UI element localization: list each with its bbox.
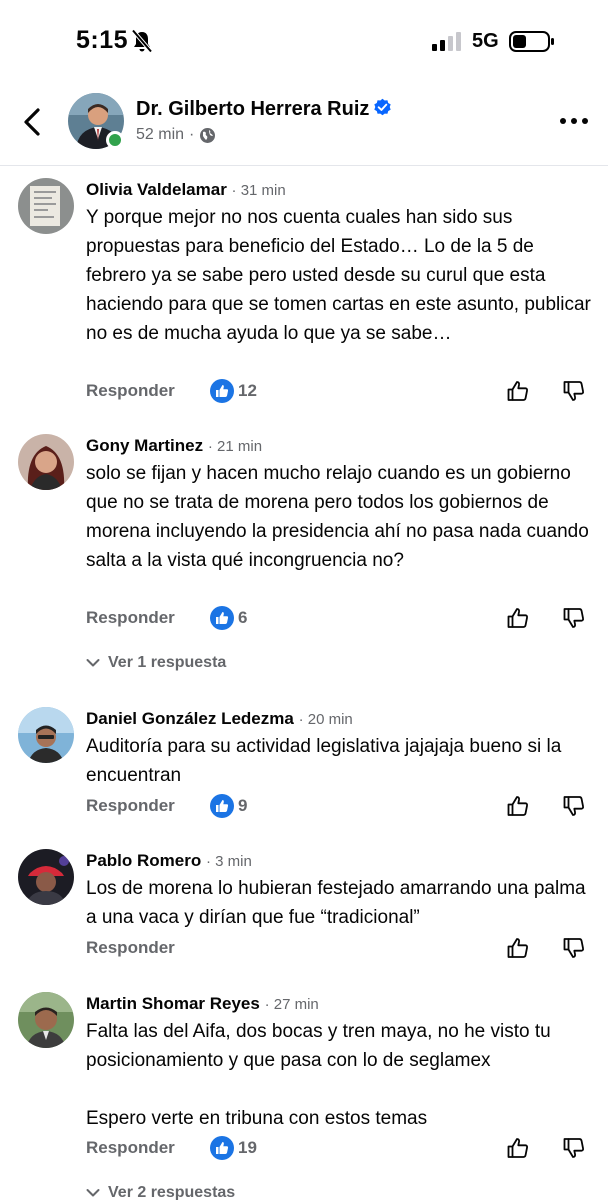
comment-time: · 21 min xyxy=(207,438,263,455)
reply-button[interactable]: Responder xyxy=(86,608,175,628)
commenter-avatar[interactable] xyxy=(18,178,74,234)
like-count[interactable]: 19 xyxy=(238,1138,257,1158)
comment-actions: Responder 19 xyxy=(86,1136,596,1162)
commenter-name[interactable]: Daniel González Ledezma · 20 min xyxy=(86,709,353,729)
network-label: 5G xyxy=(472,30,499,52)
signal-icon xyxy=(432,32,461,51)
commenter-name-text: Pablo Romero xyxy=(86,851,202,870)
post-header: Dr. Gilberto Herrera Ruiz 52 min · xyxy=(0,84,608,166)
thumbs-down-icon[interactable] xyxy=(562,379,586,403)
verified-badge-icon xyxy=(374,98,392,116)
comment-item: Pablo Romero · 3 min Los de morena lo hu… xyxy=(0,847,608,967)
view-replies-link[interactable]: Ver 1 respuesta xyxy=(86,654,226,672)
thumbs-up-icon[interactable] xyxy=(506,794,530,818)
comment-actions: Responder 9 xyxy=(86,794,596,820)
chevron-down-icon xyxy=(86,659,100,667)
comment-time: · 20 min xyxy=(298,711,353,728)
commenter-avatar[interactable] xyxy=(18,434,74,490)
comment-time: · 31 min xyxy=(231,182,286,199)
comment-item: Olivia Valdelamar · 31 min Y porque mejo… xyxy=(0,176,608,408)
commenter-name-text: Daniel González Ledezma xyxy=(86,709,294,728)
thumbs-down-icon[interactable] xyxy=(562,606,586,630)
comment-item: Gony Martinez · 21 min solo se fijan y h… xyxy=(0,432,608,682)
like-count[interactable]: 6 xyxy=(238,608,247,628)
thumbs-up-icon[interactable] xyxy=(506,379,530,403)
like-count[interactable]: 9 xyxy=(238,796,247,816)
commenter-name-text: Olivia Valdelamar xyxy=(86,180,227,199)
thumbs-down-icon[interactable] xyxy=(562,936,586,960)
comment-text: Los de morena lo hubieran festejado amar… xyxy=(86,878,586,928)
view-replies-link[interactable]: Ver 2 respuestas xyxy=(86,1184,235,1200)
comment-time: · 3 min xyxy=(205,853,252,870)
comment-actions: Responder 12 xyxy=(86,379,596,405)
chevron-down-icon xyxy=(86,1189,100,1197)
commenter-avatar[interactable] xyxy=(18,707,74,763)
post-meta: 52 min · xyxy=(136,126,216,144)
reply-button[interactable]: Responder xyxy=(86,796,175,816)
commenter-name-text: Gony Martinez xyxy=(86,436,204,455)
commenter-name-text: Martin Shomar Reyes xyxy=(86,994,260,1013)
commenter-name[interactable]: Olivia Valdelamar · 31 min xyxy=(86,180,286,200)
thumbs-down-icon[interactable] xyxy=(562,794,586,818)
thumbs-up-icon[interactable] xyxy=(506,606,530,630)
commenter-avatar[interactable] xyxy=(18,849,74,905)
comment-item: Martin Shomar Reyes · 27 min Falta las d… xyxy=(0,990,608,1200)
globe-icon xyxy=(200,127,216,143)
view-replies-label: Ver 2 respuestas xyxy=(108,1184,236,1200)
like-count[interactable]: 12 xyxy=(238,381,257,401)
commenter-name[interactable]: Gony Martinez · 21 min xyxy=(86,436,262,456)
thumbs-up-icon[interactable] xyxy=(506,1136,530,1160)
commenter-name[interactable]: Martin Shomar Reyes · 27 min xyxy=(86,994,319,1014)
comment-text: Auditoría para su actividad legislativa … xyxy=(86,736,562,786)
comment-item: Daniel González Ledezma · 20 min Auditor… xyxy=(0,705,608,825)
commenter-name[interactable]: Pablo Romero · 3 min xyxy=(86,851,252,871)
reply-button[interactable]: Responder xyxy=(86,1138,175,1158)
like-reaction-icon[interactable] xyxy=(210,794,234,818)
post-time: 52 min xyxy=(136,126,185,143)
status-bar: 5:15 5G xyxy=(0,0,608,84)
comment-text: Falta las del Aifa, dos bocas y tren may… xyxy=(86,1021,551,1129)
back-arrow-icon[interactable] xyxy=(18,102,50,142)
reply-button[interactable]: Responder xyxy=(86,938,175,958)
comment-text: Y porque mejor no nos cuenta cuales han … xyxy=(86,207,591,344)
reply-button[interactable]: Responder xyxy=(86,381,175,401)
online-status-dot xyxy=(106,131,124,149)
view-replies-label: Ver 1 respuesta xyxy=(108,654,227,671)
like-reaction-icon[interactable] xyxy=(210,606,234,630)
like-reaction-icon[interactable] xyxy=(210,1136,234,1160)
author-name[interactable]: Dr. Gilberto Herrera Ruiz xyxy=(136,98,392,121)
status-time: 5:15 xyxy=(76,26,129,54)
comment-text: solo se fijan y hacen mucho relajo cuand… xyxy=(86,463,589,571)
comment-actions: Responder 6 xyxy=(86,606,596,632)
bell-muted-icon xyxy=(131,29,153,53)
commenter-avatar[interactable] xyxy=(18,992,74,1048)
more-options-icon[interactable] xyxy=(558,114,590,128)
comment-time: · 27 min xyxy=(264,996,319,1013)
like-reaction-icon[interactable] xyxy=(210,379,234,403)
meta-separator: · xyxy=(189,126,195,143)
battery-icon xyxy=(509,31,554,52)
thumbs-down-icon[interactable] xyxy=(562,1136,586,1160)
comment-actions: Responder xyxy=(86,936,596,962)
thumbs-up-icon[interactable] xyxy=(506,936,530,960)
author-name-text: Dr. Gilberto Herrera Ruiz xyxy=(136,98,370,120)
